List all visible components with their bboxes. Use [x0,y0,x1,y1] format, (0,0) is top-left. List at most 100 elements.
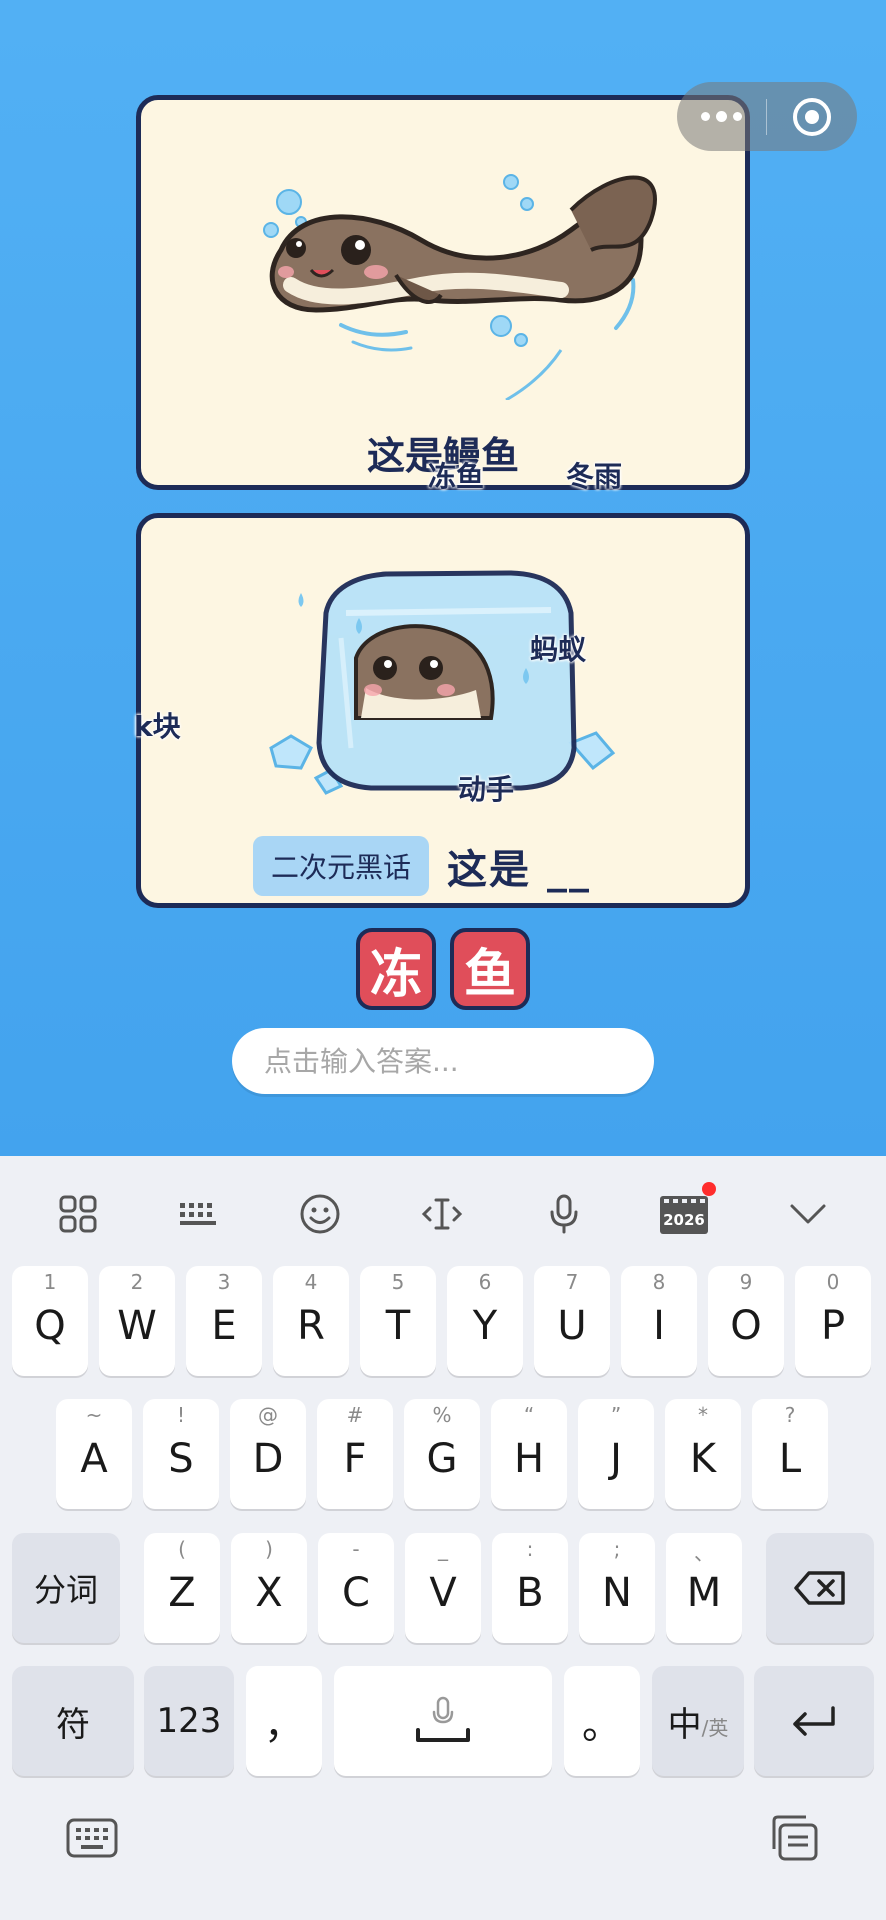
key-x[interactable]: ) X [231,1533,307,1643]
key-secondary-label: 4 [304,1270,318,1294]
danmu-guess: 动手 [458,773,515,806]
backspace-key[interactable] [766,1533,874,1643]
key-f[interactable]: # F [317,1399,393,1509]
key-secondary-label: ! [176,1403,186,1427]
key-label: J [610,1436,622,1482]
answer-tiles: 冻 鱼 [356,928,530,1010]
key-s[interactable]: ! S [143,1399,219,1509]
key-o[interactable]: 9O [708,1266,784,1376]
key-secondary-label: % [432,1403,452,1427]
key-c[interactable]: -C [318,1533,394,1643]
card2-caption: 这是 __ [447,847,591,893]
key-label: S [168,1436,194,1482]
key-y[interactable]: 6Y [447,1266,523,1376]
answer-input[interactable] [232,1028,654,1094]
key-label: Q [34,1303,66,1349]
enter-key[interactable] [754,1666,874,1776]
key-label: R [297,1303,325,1349]
keyboard-toolbar: 2026 [0,1156,886,1266]
key-u[interactable]: 7U [534,1266,610,1376]
key-z[interactable]: (Z [144,1533,220,1643]
period-key[interactable]: 。 [564,1666,640,1776]
key-secondary-label: 6 [478,1270,492,1294]
key-b[interactable]: :B [492,1533,568,1643]
key-label: E [211,1303,237,1349]
key-secondary-label: @ [258,1403,278,1427]
key-e[interactable]: 3E [186,1266,262,1376]
key-k[interactable]: * K [665,1399,741,1509]
key-label: O [730,1303,762,1349]
key-label: D [252,1436,284,1482]
key-p[interactable]: 0P [795,1266,871,1376]
key-secondary-label: 8 [652,1270,666,1294]
danmu-guess: 蚂蚁 [530,633,587,666]
mic-icon[interactable] [534,1184,594,1244]
key-i[interactable]: 8I [621,1266,697,1376]
game-area: 这是鳗鱼 二次元黑话 这是 __ 冻鱼 冬雨 蚂蚁 k块 动手 冻 鱼 点击输入… [0,0,886,1156]
key-secondary-label: 、 [694,1541,714,1565]
key-secondary-label: : [526,1537,534,1561]
key-secondary-label: 5 [391,1270,405,1294]
key-secondary-label: ( [178,1537,186,1561]
key-label: T [385,1303,411,1349]
space-mic-icon [416,1696,470,1742]
answer-tile[interactable]: 冻 [356,928,436,1010]
key-label: A [80,1436,108,1482]
comma-key[interactable]: ， [246,1666,322,1776]
key-g[interactable]: % G [404,1399,480,1509]
key-secondary-label: 9 [739,1270,753,1294]
hint-row: 二次元黑话 这是 __ [253,836,591,896]
key-label: W [117,1303,157,1349]
key-secondary-label: # [346,1403,364,1427]
key-label: U [557,1303,587,1349]
key-d[interactable]: @ D [230,1399,306,1509]
key-q[interactable]: 1Q [12,1266,88,1376]
apps-grid-icon[interactable] [48,1184,108,1244]
key-label: K [689,1436,717,1482]
key-l[interactable]: ? L [752,1399,828,1509]
key-label: F [343,1436,367,1482]
keyboard-switch-icon[interactable] [62,1810,122,1866]
more-options-icon[interactable] [677,82,766,151]
clipboard-icon[interactable] [764,1810,824,1866]
key-t[interactable]: 5T [360,1266,436,1376]
answer-tile[interactable]: 鱼 [450,928,530,1010]
collapse-chevron-icon[interactable] [778,1184,838,1244]
keyboard-layout-icon[interactable] [168,1184,228,1244]
key-label: X [255,1570,283,1616]
key-label: I [653,1303,665,1349]
key-m[interactable]: 、 M [666,1533,742,1643]
key-label: P [820,1303,846,1349]
key-w[interactable]: 2W [99,1266,175,1376]
numbers-key[interactable]: 123 [144,1666,234,1776]
key-secondary-label: 2 [130,1270,144,1294]
cursor-icon[interactable] [412,1184,472,1244]
symbols-key[interactable]: 符 [12,1666,134,1776]
calendar-2026-icon[interactable]: 2026 [654,1182,716,1244]
key-v[interactable]: _ V [405,1533,481,1643]
key-label: G [426,1436,458,1482]
key-secondary-label: _ [438,1537,448,1561]
key-secondary-label: 7 [565,1270,579,1294]
notification-badge [702,1182,716,1196]
key-n[interactable]: ; N [579,1533,655,1643]
danmu-guess: 冻鱼 [428,460,485,493]
close-miniprogram-icon[interactable] [767,82,857,151]
key-secondary-label: 0 [826,1270,840,1294]
key-j[interactable]: ” J [578,1399,654,1509]
key-label: L [778,1436,802,1482]
fenci-key[interactable]: 分词 [12,1533,120,1643]
clue-card-eel: 这是鳗鱼 [136,95,750,490]
key-secondary-label: ~ [85,1403,103,1427]
key-secondary-label: 1 [43,1270,57,1294]
eel-illustration [263,174,657,400]
lang-switch-key[interactable]: 中/英 [652,1666,744,1776]
key-a[interactable]: ~ A [56,1399,132,1509]
category-tag: 二次元黑话 [253,836,430,896]
key-secondary-label: ; [613,1537,621,1561]
key-h[interactable]: “H [491,1399,567,1509]
danmu-guess: 冬雨 [566,460,623,493]
key-r[interactable]: 4R [273,1266,349,1376]
space-key[interactable] [334,1666,552,1776]
emoji-icon[interactable] [290,1184,350,1244]
